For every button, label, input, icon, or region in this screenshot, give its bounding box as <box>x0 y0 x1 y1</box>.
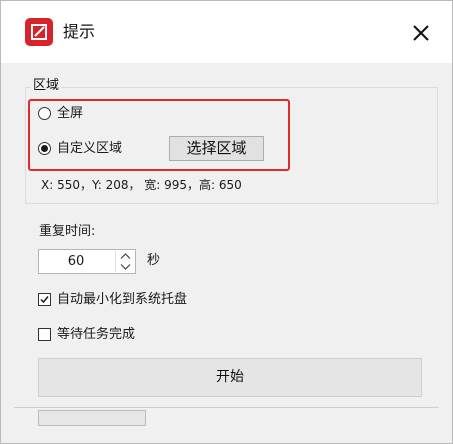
repeat-interval-value[interactable]: 60 <box>39 250 113 273</box>
checkbox-wait-task-label: 等待任务完成 <box>57 327 136 342</box>
radio-custom-region-indicator[interactable] <box>38 142 51 155</box>
region-coordinates: X: 550，Y: 208， 宽: 995，高: 650 <box>41 178 242 192</box>
progress-bar <box>38 410 146 426</box>
stepper-up-button[interactable] <box>116 251 135 261</box>
dialog-content: 区域 全屏 自定义区域 选择区域 X: 550，Y: 208， 宽: 995，高… <box>1 63 452 443</box>
checkmark-icon <box>40 296 49 304</box>
checkbox-wait-task-box[interactable] <box>38 328 51 341</box>
radio-custom-region-label: 自定义区域 <box>57 141 123 156</box>
select-region-button[interactable]: 选择区域 <box>169 136 264 161</box>
start-button[interactable]: 开始 <box>38 358 422 397</box>
dialog-window: 提示 区域 全屏 自定义区域 选择区域 X: 550，Y: 208， 宽: 99… <box>0 0 453 444</box>
repeat-interval-label: 重复时间: <box>39 224 96 239</box>
app-logo-icon <box>25 18 53 46</box>
radio-custom-region[interactable]: 自定义区域 <box>38 141 148 157</box>
window-title: 提示 <box>63 22 96 41</box>
checkbox-wait-task[interactable]: 等待任务完成 <box>38 327 148 343</box>
close-icon <box>413 25 429 41</box>
repeat-interval-stepper[interactable]: 60 <box>38 249 136 274</box>
title-bar: 提示 <box>1 1 452 63</box>
status-divider <box>14 407 439 408</box>
radio-fullscreen-label: 全屏 <box>57 106 84 121</box>
radio-fullscreen[interactable]: 全屏 <box>38 106 128 122</box>
chevron-down-icon <box>120 264 131 270</box>
chevron-up-icon <box>120 253 131 259</box>
seconds-unit-label: 秒 <box>147 253 161 268</box>
close-button[interactable] <box>406 18 436 48</box>
stepper-buttons <box>115 251 135 272</box>
checkbox-auto-minimize[interactable]: 自动最小化到系统托盘 <box>38 292 208 308</box>
radio-fullscreen-indicator[interactable] <box>38 107 51 120</box>
checkbox-auto-minimize-box[interactable] <box>38 293 51 306</box>
checkbox-auto-minimize-label: 自动最小化到系统托盘 <box>57 292 188 307</box>
stepper-down-button[interactable] <box>116 262 135 272</box>
region-group-label: 区域 <box>31 78 62 94</box>
